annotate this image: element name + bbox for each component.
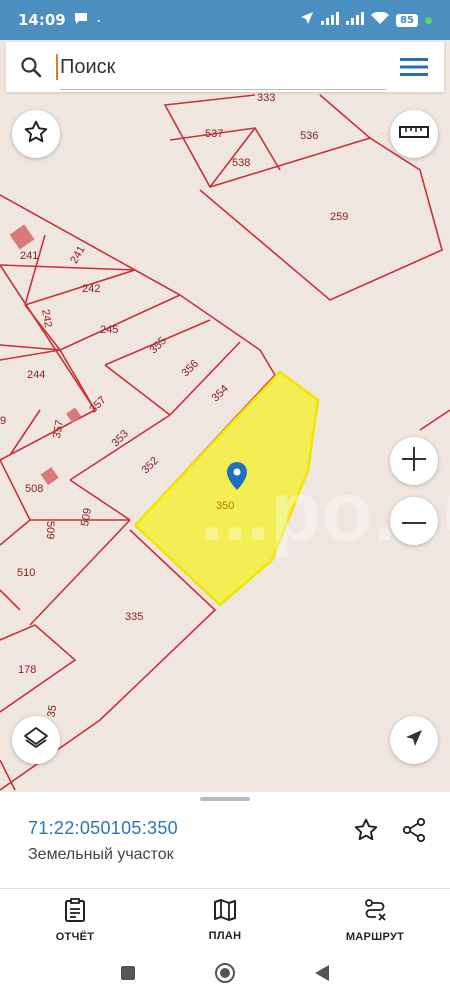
parcel-350-label: 350 <box>216 500 234 512</box>
parcel-355-label: 355 <box>148 335 169 356</box>
route-icon <box>363 898 387 927</box>
back-button[interactable] <box>307 961 337 991</box>
parcel-242-label: 242 <box>82 283 100 295</box>
star-outline-icon <box>353 817 379 848</box>
cadastral-number[interactable]: 71:22:050105:350 <box>28 818 178 839</box>
nav-plan[interactable]: ПЛАН <box>150 889 300 951</box>
menu-icon[interactable] <box>384 42 444 92</box>
parcel-335-label: 335 <box>125 611 143 623</box>
share-icon <box>401 817 427 848</box>
square-icon <box>120 965 136 986</box>
nav-route[interactable]: МАРШРУТ <box>300 889 450 951</box>
star-outline-icon <box>23 119 49 150</box>
system-nav-bar <box>0 951 450 1000</box>
parcel-259-label: 259 <box>330 211 348 223</box>
triangle-back-icon <box>314 964 330 987</box>
search-icon[interactable] <box>6 42 56 92</box>
ruler-button[interactable] <box>390 110 438 158</box>
minus-icon <box>400 512 428 530</box>
nav-plan-label: ПЛАН <box>208 929 242 942</box>
map-view[interactable]: ...ро...бл 333 537 536 538 259 241 241 2… <box>0 40 450 792</box>
wifi-icon <box>371 10 390 29</box>
favorites-button[interactable] <box>12 110 60 158</box>
sheet-drag-handle[interactable] <box>200 797 250 801</box>
share-button[interactable] <box>398 816 430 848</box>
search-placeholder: Поиск <box>60 55 116 78</box>
nav-route-label: МАРШРУТ <box>345 930 405 943</box>
parcel-245-label: 245 <box>100 324 118 336</box>
bottom-nav: ОТЧЁТ ПЛАН МАРШРУТ <box>0 889 450 951</box>
navigation-arrow-icon <box>404 728 424 753</box>
dots-icon: · <box>95 10 102 30</box>
search-bar[interactable]: Поиск <box>6 42 444 92</box>
parcel-241b-label: 241 <box>68 244 88 266</box>
parcel-333-label: 333 <box>257 92 275 104</box>
parcel-352-label: 352 <box>140 455 161 476</box>
cadastral-map: ...ро...бл 333 537 536 538 259 241 241 2… <box>0 92 450 791</box>
parcel-241-label: 241 <box>20 250 38 262</box>
parcel-356-label: 356 <box>180 358 201 379</box>
search-underline <box>60 89 386 90</box>
signal-icon <box>321 11 340 29</box>
layers-button[interactable] <box>12 716 60 764</box>
recents-button[interactable] <box>113 961 143 991</box>
location-arrow-icon <box>300 11 314 29</box>
parcel-538-label: 538 <box>232 157 250 169</box>
ruler-icon <box>399 125 429 144</box>
parcel-509b-label: 509 <box>79 507 94 527</box>
layers-icon <box>22 724 50 757</box>
battery-icon: 85 <box>396 13 418 27</box>
nav-report-label: ОТЧЁТ <box>55 930 95 943</box>
parcel-357b-label: 357 <box>51 419 66 439</box>
parcel-509-label: 509 <box>44 521 56 539</box>
parcel-info-sheet[interactable]: 71:22:050105:350 Земельный участок <box>0 792 450 892</box>
zoom-in-button[interactable] <box>390 437 438 485</box>
home-button[interactable] <box>210 961 240 991</box>
object-type: Земельный участок <box>28 846 174 863</box>
search-input[interactable]: Поиск <box>56 42 386 92</box>
circle-icon <box>214 962 236 989</box>
clipboard-icon <box>64 897 86 927</box>
parcel-537-label: 537 <box>205 128 223 140</box>
parcel-536-label: 536 <box>300 130 318 142</box>
parcel-9-label: 9 <box>0 415 6 427</box>
parcel-353-label: 353 <box>110 428 131 449</box>
parcel-244-label: 244 <box>27 369 45 381</box>
plus-icon <box>400 445 428 478</box>
parcel-178-label: 178 <box>18 664 36 676</box>
parcel-35-label: 35 <box>45 704 59 718</box>
nav-report[interactable]: ОТЧЁТ <box>0 889 150 951</box>
privacy-dot-icon <box>425 16 432 24</box>
add-favorite-button[interactable] <box>350 816 382 848</box>
parcel-354-label: 354 <box>210 383 231 404</box>
parcel-508-label: 508 <box>25 483 43 495</box>
chat-icon <box>74 12 88 29</box>
map-icon <box>213 898 237 926</box>
signal-icon-2 <box>346 11 365 29</box>
my-location-button[interactable] <box>390 716 438 764</box>
text-caret <box>56 54 58 80</box>
status-bar: 14:09 · 85 <box>0 0 450 40</box>
zoom-out-button[interactable] <box>390 497 438 545</box>
status-time: 14:09 <box>18 11 66 29</box>
parcel-510-label: 510 <box>17 567 35 579</box>
